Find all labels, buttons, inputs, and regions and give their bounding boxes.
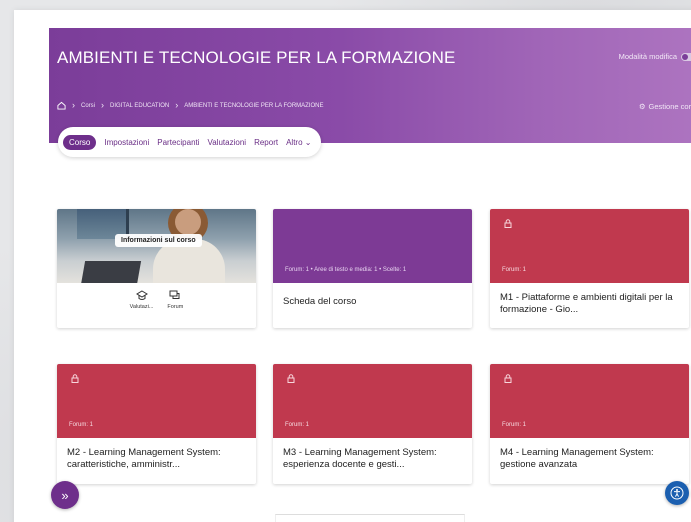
shortcut-forum-label: Forum: [167, 304, 184, 310]
manage-course-link[interactable]: ⚙ Gestione corso: [639, 102, 691, 111]
edit-mode-toggle[interactable]: [681, 52, 691, 61]
chevron-right-icon: ›: [175, 100, 179, 110]
double-chevron-right-icon: »: [61, 487, 69, 503]
chevron-right-icon: ›: [72, 100, 75, 110]
course-info-image: Informazioni sul corso: [57, 209, 256, 283]
section-card-scheda[interactable]: Forum: 1 • Aree di testo e media: 1 • Sc…: [273, 209, 472, 328]
section-card-header: Forum: 1: [273, 364, 472, 438]
tab-participants[interactable]: Partecipanti: [157, 135, 199, 150]
tab-grades[interactable]: Valutazioni: [208, 135, 247, 150]
shortcut-grades[interactable]: Valutazi...: [129, 290, 154, 310]
course-info-shortcuts: Valutazi... Forum: [57, 283, 256, 310]
section-activity-summary: Forum: 1: [502, 422, 527, 428]
course-info-label[interactable]: Informazioni sul corso: [115, 234, 202, 247]
section-card-m4[interactable]: Forum: 1 M4 - Learning Management System…: [490, 364, 689, 484]
photo-laptop: [80, 261, 142, 283]
lock-icon: [504, 374, 512, 385]
section-activity-summary: Forum: 1: [285, 422, 310, 428]
forum-icon: [169, 290, 180, 299]
shortcut-grades-label: Valutazi...: [129, 304, 154, 310]
section-activity-summary: Forum: 1: [69, 422, 94, 428]
chevron-right-icon: ›: [101, 100, 105, 110]
lock-icon: [71, 374, 79, 385]
shortcut-forum[interactable]: Forum: [167, 290, 183, 310]
edit-mode-control[interactable]: Modalità modifica: [619, 52, 691, 61]
section-card-m2[interactable]: Forum: 1 M2 - Learning Management System…: [57, 364, 256, 484]
section-card-title[interactable]: Scheda del corso: [273, 283, 472, 317]
gear-icon: ⚙: [638, 102, 646, 111]
tab-course[interactable]: Corso: [63, 134, 97, 150]
tab-reports[interactable]: Report: [254, 135, 278, 150]
course-info-card[interactable]: Informazioni sul corso Valutazi... Forum: [57, 209, 256, 328]
page-title: AMBIENTI E TECNOLOGIE PER LA FORMAZIONE: [57, 48, 456, 67]
lock-icon: [287, 374, 295, 385]
breadcrumb-item-course[interactable]: AMBIENTI E TECNOLOGIE PER LA FORMAZIONE: [184, 103, 323, 109]
graduation-cap-icon: [135, 290, 148, 300]
photo-face: [175, 209, 201, 235]
section-card-title[interactable]: M2 - Learning Management System: caratte…: [57, 438, 256, 480]
edit-mode-label: Modalità modifica: [618, 52, 677, 61]
accessibility-button[interactable]: [665, 481, 689, 505]
section-card-title[interactable]: M1 - Piattaforme e ambienti digitali per…: [490, 283, 689, 325]
section-activity-summary: Forum: 1 • Aree di testo e media: 1 • Sc…: [285, 267, 407, 273]
section-card-m3[interactable]: Forum: 1 M3 - Learning Management System…: [273, 364, 472, 484]
breadcrumb-item-category[interactable]: DIGITAL EDUCATION: [110, 103, 169, 109]
section-card-header: Forum: 1: [490, 364, 689, 438]
section-activity-summary: Forum: 1: [502, 267, 527, 273]
course-header-banner: AMBIENTI E TECNOLOGIE PER LA FORMAZIONE …: [49, 28, 691, 143]
section-card-header: Forum: 1: [490, 209, 689, 283]
home-icon[interactable]: [57, 101, 66, 110]
tab-more[interactable]: Altro ⌄: [286, 135, 311, 150]
section-card-header: Forum: 1 • Aree di testo e media: 1 • Sc…: [273, 209, 472, 283]
tab-settings[interactable]: Impostazioni: [104, 135, 149, 150]
lock-icon: [504, 219, 512, 230]
manage-course-label: Gestione corso: [648, 102, 691, 111]
section-card-header: Forum: 1: [57, 364, 256, 438]
section-card-title[interactable]: M3 - Learning Management System: esperie…: [273, 438, 472, 480]
section-card-title[interactable]: M4 - Learning Management System: gestion…: [490, 438, 689, 480]
section-card-m1[interactable]: Forum: 1 M1 - Piattaforme e ambienti dig…: [490, 209, 689, 328]
course-tabs: Corso Impostazioni Partecipanti Valutazi…: [58, 127, 322, 157]
open-course-index-button[interactable]: »: [51, 481, 79, 509]
breadcrumb: › Corsi › DIGITAL EDUCATION › AMBIENTI E…: [57, 101, 324, 110]
next-section-card-edge: [275, 514, 465, 522]
accessibility-icon: [670, 486, 684, 500]
breadcrumb-item-courses[interactable]: Corsi: [81, 103, 95, 109]
